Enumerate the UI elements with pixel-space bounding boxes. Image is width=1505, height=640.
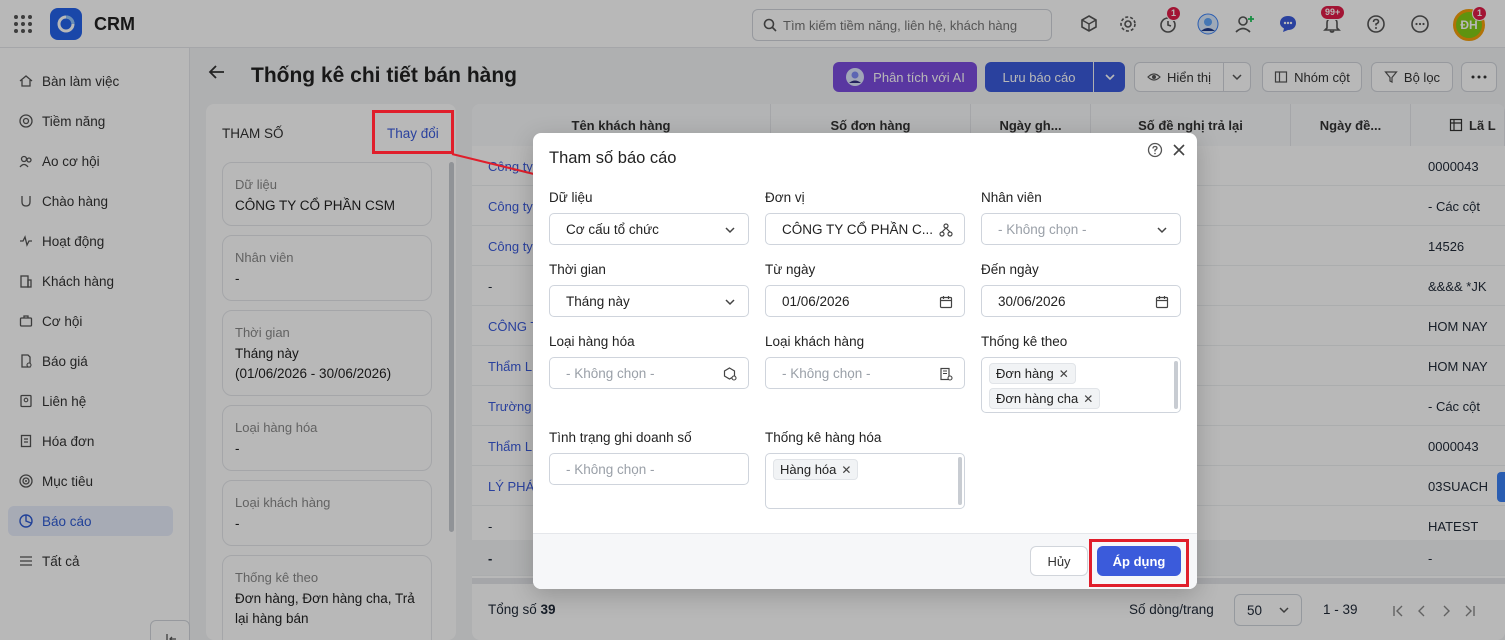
dialog-title: Tham số báo cáo <box>549 149 677 167</box>
tag-label: Hàng hóa <box>780 462 837 477</box>
remove-tag-icon[interactable]: ✕ <box>1059 367 1069 381</box>
unit-picker-value: CÔNG TY CỔ PHẦN C... <box>782 221 934 237</box>
field-label-stat-by: Thống kê theo <box>981 334 1068 349</box>
stat-product-multiselect[interactable]: Hàng hóa ✕ <box>765 453 965 509</box>
chevron-down-icon <box>722 222 738 238</box>
customer-type-placeholder: - Không chọn - <box>782 365 871 381</box>
employee-select-placeholder: - Không chọn - <box>998 221 1087 237</box>
building-search-icon[interactable] <box>938 366 954 382</box>
to-date-value: 30/06/2026 <box>998 293 1066 309</box>
data-select[interactable]: Cơ cấu tổ chức <box>549 213 749 245</box>
to-date-input[interactable]: 30/06/2026 <box>981 285 1181 317</box>
tag-label: Đơn hàng <box>996 366 1054 381</box>
report-params-dialog: Tham số báo cáo Dữ liệu Cơ cấu tổ chức Đ… <box>533 133 1197 589</box>
data-select-value: Cơ cấu tổ chức <box>566 221 659 237</box>
tag-label: Đơn hàng cha <box>996 391 1079 406</box>
stat-by-multiselect[interactable]: Đơn hàng ✕ Đơn hàng cha ✕ <box>981 357 1181 413</box>
field-label-product-type: Loại hàng hóa <box>549 334 635 349</box>
remove-tag-icon[interactable]: ✕ <box>1083 392 1093 406</box>
org-tree-icon[interactable] <box>938 222 954 238</box>
cancel-label: Hủy <box>1047 553 1071 569</box>
revenue-status-placeholder: - Không chọn - <box>566 461 655 477</box>
product-type-picker[interactable]: - Không chọn - <box>549 357 749 389</box>
tag-parent-order: Đơn hàng cha ✕ <box>989 388 1101 409</box>
tag-order: Đơn hàng ✕ <box>989 363 1076 384</box>
dialog-close-icon[interactable] <box>1171 142 1187 158</box>
product-type-placeholder: - Không chọn - <box>566 365 655 381</box>
cancel-button[interactable]: Hủy <box>1030 546 1088 576</box>
field-label-revenue-status: Tình trạng ghi doanh số <box>549 430 692 445</box>
field-label-employee: Nhân viên <box>981 190 1042 205</box>
unit-picker[interactable]: CÔNG TY CỔ PHẦN C... <box>765 213 965 245</box>
dialog-help-icon[interactable] <box>1147 142 1163 158</box>
calendar-icon[interactable] <box>1154 294 1170 310</box>
field-label-unit: Đơn vị <box>765 190 805 205</box>
multiselect-scrollbar[interactable] <box>958 457 962 505</box>
tag-product: Hàng hóa ✕ <box>773 459 859 480</box>
from-date-input[interactable]: 01/06/2026 <box>765 285 965 317</box>
revenue-status-select[interactable]: - Không chọn - <box>549 453 749 485</box>
time-select[interactable]: Tháng này <box>549 285 749 317</box>
from-date-value: 01/06/2026 <box>782 293 850 309</box>
field-label-stat-product: Thống kê hàng hóa <box>765 430 882 445</box>
field-label-data: Dữ liệu <box>549 190 593 205</box>
highlight-box-apply <box>1089 539 1189 587</box>
field-label-customer-type: Loại khách hàng <box>765 334 865 349</box>
customer-type-picker[interactable]: - Không chọn - <box>765 357 965 389</box>
field-label-from: Từ ngày <box>765 262 816 277</box>
field-label-time: Thời gian <box>549 262 606 277</box>
remove-tag-icon[interactable]: ✕ <box>841 463 851 477</box>
multiselect-scrollbar[interactable] <box>1174 361 1178 409</box>
field-label-to: Đến ngày <box>981 262 1039 277</box>
cube-search-icon[interactable] <box>722 366 738 382</box>
highlight-box-change <box>372 110 454 154</box>
chevron-down-icon <box>722 294 738 310</box>
calendar-icon[interactable] <box>938 294 954 310</box>
time-select-value: Tháng này <box>566 293 630 309</box>
employee-select[interactable]: - Không chọn - <box>981 213 1181 245</box>
chevron-down-icon <box>1154 222 1170 238</box>
